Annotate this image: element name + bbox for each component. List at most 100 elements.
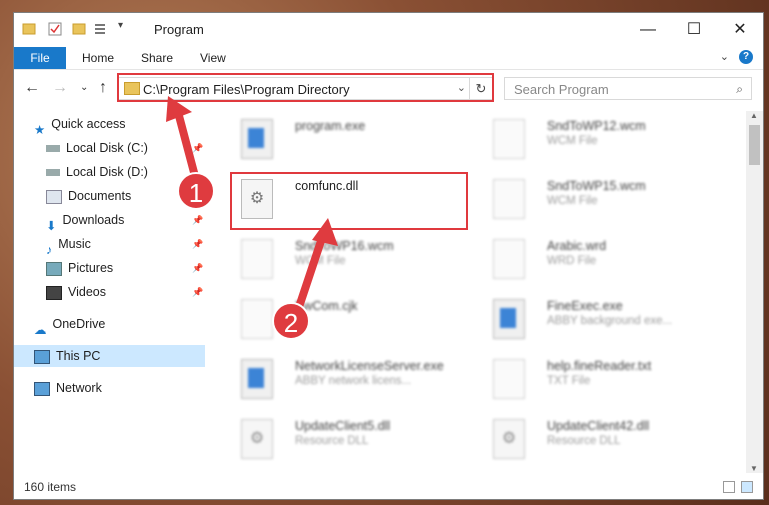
search-box[interactable]: Search Program ⌕ bbox=[504, 77, 752, 100]
pin-icon[interactable]: 📌 bbox=[192, 287, 203, 298]
vertical-scrollbar[interactable]: ▲ ▼ bbox=[746, 111, 763, 473]
file-item[interactable]: Arabic.wrd WRD File bbox=[481, 233, 721, 289]
document-icon bbox=[493, 179, 525, 219]
sidebar-item-local-disk-c[interactable]: Local Disk (C:) bbox=[46, 137, 148, 159]
file-type: WCM File bbox=[547, 135, 598, 147]
search-icon[interactable]: ⌕ bbox=[736, 82, 743, 97]
sidebar-item-downloads[interactable]: ⬇ Downloads bbox=[46, 209, 124, 233]
exe-icon bbox=[241, 359, 273, 399]
file-type: WCM File bbox=[547, 195, 598, 207]
document-icon bbox=[493, 119, 525, 159]
minimize-button[interactable]: — bbox=[625, 13, 671, 47]
downloads-icon: ⬇ bbox=[46, 218, 57, 233]
properties-icon[interactable] bbox=[48, 22, 62, 36]
file-item[interactable]: NetworkLicenseServer.exe ABBY network li… bbox=[229, 353, 469, 409]
tab-share[interactable]: Share bbox=[141, 47, 173, 69]
file-item[interactable]: SndToWP12.wcm WCM File bbox=[481, 113, 721, 169]
file-name: Arabic.wrd bbox=[547, 239, 607, 253]
drive-icon bbox=[46, 169, 60, 177]
file-item[interactable]: help.fineReader.txt TXT File bbox=[481, 353, 721, 409]
navigation-pane: ★ Quick access Local Disk (C:) 📌 Local Di… bbox=[14, 111, 207, 467]
file-item[interactable]: SndToWP15.wcm WCM File bbox=[481, 173, 721, 229]
callout-1: 1 bbox=[177, 172, 215, 210]
pc-icon bbox=[34, 349, 50, 364]
sidebar-item-onedrive[interactable]: ☁ OneDrive bbox=[34, 313, 105, 337]
quick-access-dropdown-icon[interactable]: ▾ bbox=[118, 20, 123, 31]
sidebar-item-this-pc[interactable]: This PC bbox=[14, 345, 205, 367]
drive-icon bbox=[46, 145, 60, 153]
tab-file[interactable]: File bbox=[14, 47, 66, 69]
file-type: WRD File bbox=[547, 255, 597, 267]
tab-view[interactable]: View bbox=[200, 47, 226, 69]
sidebar-item-local-disk-d[interactable]: Local Disk (D:) bbox=[46, 161, 148, 183]
sidebar-item-network[interactable]: Network bbox=[34, 377, 102, 399]
new-folder-icon[interactable] bbox=[72, 22, 86, 36]
pin-icon[interactable]: 📌 bbox=[192, 239, 203, 250]
help-icon[interactable]: ? bbox=[739, 50, 753, 64]
file-name: SndToWP12.wcm bbox=[547, 119, 646, 133]
expand-ribbon-icon[interactable]: ⌄ bbox=[720, 50, 729, 63]
pin-icon[interactable]: 📌 bbox=[192, 263, 203, 274]
dll-gear-icon: ⚙ bbox=[241, 419, 273, 459]
sidebar-item-pictures[interactable]: Pictures bbox=[46, 257, 113, 279]
star-icon: ★ bbox=[34, 122, 46, 137]
back-icon[interactable]: ← bbox=[24, 79, 40, 97]
document-icon bbox=[241, 239, 273, 279]
file-name: FineExec.exe bbox=[547, 299, 623, 313]
pin-icon[interactable]: 📌 bbox=[192, 215, 203, 226]
scroll-up-icon[interactable]: ▲ bbox=[750, 111, 758, 120]
customize-icon[interactable] bbox=[94, 22, 108, 36]
search-input[interactable]: Search Program bbox=[514, 82, 609, 97]
file-name: SndToWP16.wcm bbox=[295, 239, 394, 253]
item-count: 160 items bbox=[24, 480, 77, 494]
file-type: TXT File bbox=[547, 375, 591, 387]
file-item[interactable]: ⚙ UpdateClient42.dll Resource DLL bbox=[481, 413, 721, 469]
file-name: program.exe bbox=[295, 119, 366, 133]
network-icon bbox=[34, 381, 50, 396]
file-highlight-box bbox=[230, 172, 468, 230]
file-type: ABBY background exe... bbox=[547, 315, 673, 327]
scroll-down-icon[interactable]: ▼ bbox=[750, 464, 758, 473]
document-icon bbox=[241, 299, 273, 339]
file-name: NetworkLicenseServer.exe bbox=[295, 359, 444, 373]
sidebar-item-music[interactable]: ♪ Music bbox=[46, 233, 91, 257]
file-name: UpdateClient42.dll bbox=[547, 419, 650, 433]
file-item[interactable]: ⚙ UpdateClient5.dll Resource DLL bbox=[229, 413, 469, 469]
file-item[interactable]: EwCom.cjk bbox=[229, 293, 469, 349]
sidebar-item-documents[interactable]: Documents bbox=[46, 185, 131, 207]
file-name: SndToWP15.wcm bbox=[547, 179, 646, 193]
large-icons-view-icon[interactable] bbox=[741, 481, 753, 493]
title-bar: ▾ Program — ☐ ✕ bbox=[14, 13, 763, 47]
callout-2: 2 bbox=[272, 302, 310, 340]
file-type: Resource DLL bbox=[547, 435, 621, 447]
videos-icon bbox=[46, 285, 62, 300]
ribbon: File Home Share View ⌄ ? bbox=[14, 47, 763, 70]
recent-locations-icon[interactable]: ⌄ bbox=[80, 82, 88, 93]
file-list: program.exe SndToWP12.wcm WCM File ⚙ com… bbox=[219, 111, 744, 471]
exe-icon bbox=[241, 119, 273, 159]
onedrive-icon: ☁ bbox=[34, 322, 47, 337]
documents-icon bbox=[46, 189, 62, 204]
file-type: WCM File bbox=[295, 255, 346, 267]
forward-icon[interactable]: → bbox=[52, 79, 68, 97]
details-view-icon[interactable] bbox=[723, 481, 735, 493]
sidebar-item-quick-access[interactable]: ★ Quick access bbox=[34, 113, 126, 137]
exe-icon bbox=[493, 299, 525, 339]
scrollbar-thumb[interactable] bbox=[749, 125, 760, 165]
file-item[interactable]: SndToWP16.wcm WCM File bbox=[229, 233, 469, 289]
pin-icon[interactable]: 📌 bbox=[192, 143, 203, 154]
status-bar: 160 items bbox=[14, 475, 763, 499]
tab-home[interactable]: Home bbox=[82, 47, 114, 69]
file-type: Resource DLL bbox=[295, 435, 369, 447]
up-icon[interactable]: ↑ bbox=[99, 79, 107, 97]
file-item[interactable]: program.exe bbox=[229, 113, 469, 169]
dll-gear-icon: ⚙ bbox=[493, 419, 525, 459]
sidebar-item-videos[interactable]: Videos bbox=[46, 281, 106, 303]
file-type: ABBY network licens... bbox=[295, 375, 412, 387]
pictures-icon bbox=[46, 261, 62, 276]
file-item[interactable]: FineExec.exe ABBY background exe... bbox=[481, 293, 721, 349]
maximize-button[interactable]: ☐ bbox=[671, 13, 717, 47]
close-button[interactable]: ✕ bbox=[717, 13, 763, 47]
address-highlight-box bbox=[117, 73, 494, 102]
file-name: help.fineReader.txt bbox=[547, 359, 652, 373]
